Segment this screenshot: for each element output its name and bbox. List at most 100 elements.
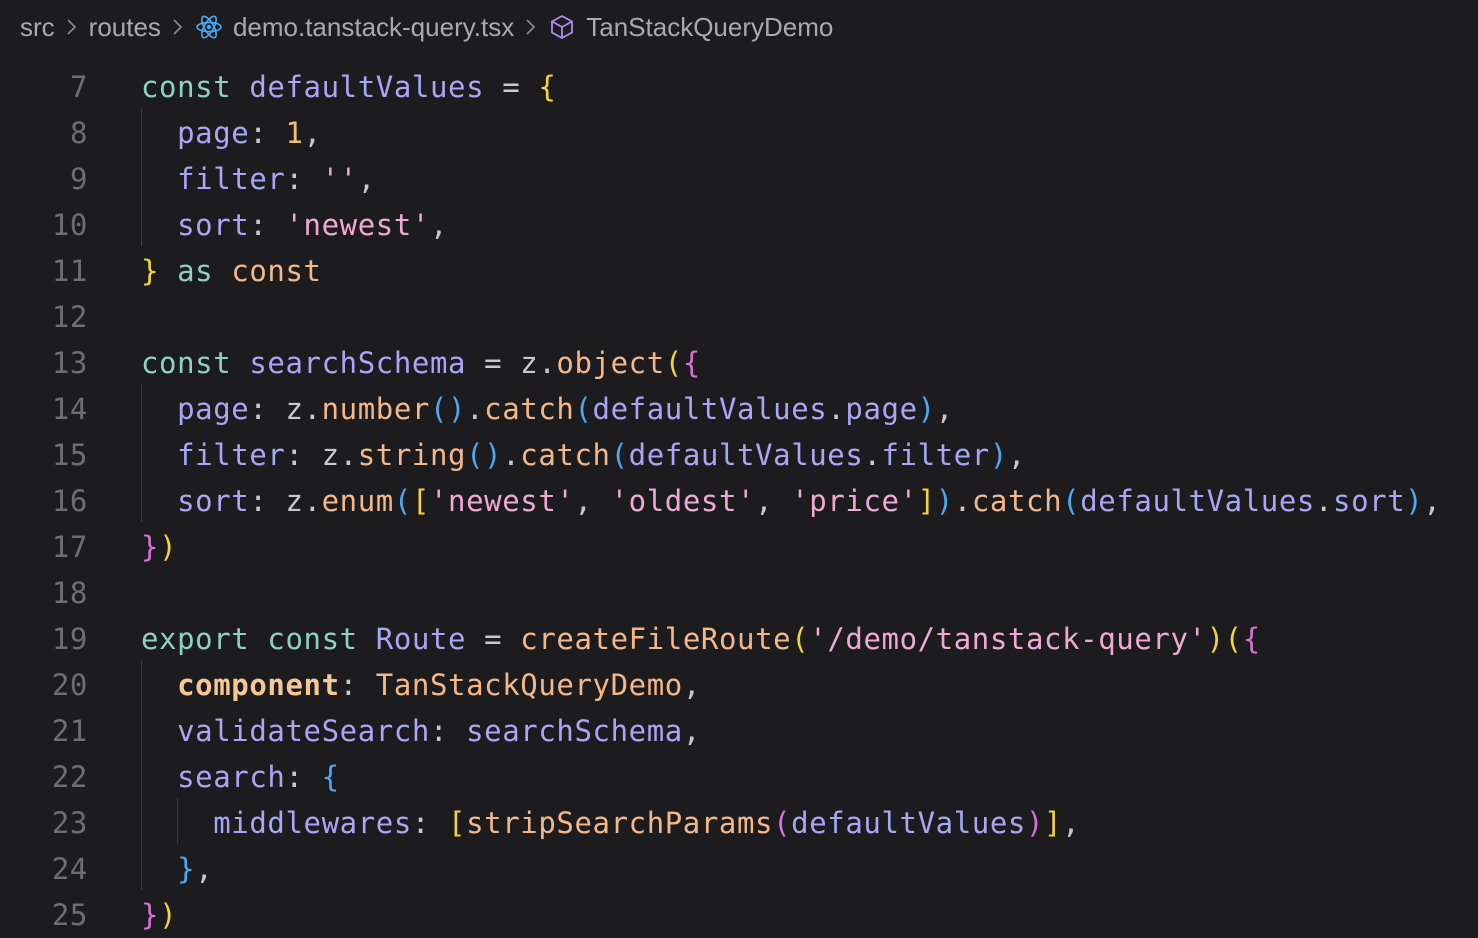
breadcrumb-item-routes[interactable]: routes: [89, 12, 161, 43]
token: {: [321, 760, 340, 794]
token: ,: [935, 392, 954, 426]
token: '/demo/tanstack-query': [809, 622, 1207, 656]
token: catch: [520, 438, 611, 472]
line-number: 21: [51, 714, 88, 748]
token: export: [141, 622, 250, 656]
token: :: [339, 668, 358, 702]
token: }: [141, 898, 160, 932]
token: =: [484, 622, 503, 656]
token: .: [953, 484, 972, 518]
line-number: 18: [51, 576, 88, 610]
line-content: page: z.number().catch(defaultValues.pag…: [141, 392, 954, 426]
token: }: [141, 254, 160, 288]
token: (: [1062, 484, 1081, 518]
chevron-right-icon: [65, 16, 79, 38]
token: =: [502, 70, 521, 104]
code-editor[interactable]: 7 const defaultValues = { 8 page: 1, 9 f…: [0, 62, 1478, 938]
token: ): [1206, 622, 1225, 656]
code-line: 9 filter: '',: [0, 156, 1478, 202]
token: enum: [321, 484, 394, 518]
token: :: [285, 760, 304, 794]
token: object: [556, 346, 665, 380]
token: ]: [1044, 806, 1063, 840]
token: const: [141, 346, 232, 380]
token: catch: [971, 484, 1063, 518]
code-line: 19 export const Route = createFileRoute(…: [0, 616, 1478, 662]
token: z: [520, 346, 539, 380]
line-content: },: [141, 852, 213, 886]
line-content: }): [141, 530, 177, 564]
token: ,: [755, 484, 774, 518]
code-line: 10 sort: 'newest',: [0, 202, 1478, 248]
line-number: 22: [51, 760, 88, 794]
code-line: 25 }): [0, 892, 1478, 938]
token: createFileRoute: [520, 622, 792, 656]
breadcrumb-item-src[interactable]: src: [20, 12, 55, 43]
token: page: [177, 116, 250, 150]
token: ): [484, 438, 503, 472]
token: middlewares: [213, 806, 412, 840]
token: ,: [195, 852, 214, 886]
token: z: [321, 438, 340, 472]
code-line: 20 component: TanStackQueryDemo,: [0, 662, 1478, 708]
token: const: [231, 254, 322, 288]
code-line: 23 middlewares: [stripSearchParams(defau…: [0, 800, 1478, 846]
token: '': [321, 162, 358, 196]
token: .: [466, 392, 485, 426]
chevron-right-icon: [524, 16, 538, 38]
token: filter: [177, 438, 286, 472]
token: ,: [574, 484, 593, 518]
token: string: [357, 438, 467, 472]
token: (: [393, 484, 412, 518]
token: ,: [1423, 484, 1442, 518]
line-content: component: TanStackQueryDemo,: [141, 668, 701, 702]
react-icon: [195, 13, 223, 41]
token: defaultValues: [628, 438, 864, 472]
token: as: [177, 254, 214, 288]
token: sort: [1333, 484, 1406, 518]
token: searchSchema: [466, 714, 683, 748]
token: search: [177, 760, 286, 794]
code-line: 15 filter: z.string().catch(defaultValue…: [0, 432, 1478, 478]
token: :: [249, 484, 268, 518]
token: TanStackQueryDemo: [375, 668, 683, 702]
line-number: 10: [51, 208, 88, 242]
line-number: 19: [51, 622, 88, 656]
token: const: [141, 70, 232, 104]
code-line: 7 const defaultValues = {: [0, 64, 1478, 110]
token: 'newest': [430, 484, 575, 518]
token: ): [1405, 484, 1424, 518]
token: page: [845, 392, 918, 426]
token: .: [827, 392, 846, 426]
line-content: filter: '',: [141, 162, 376, 196]
line-content: const defaultValues = {: [141, 70, 556, 104]
token: ,: [682, 668, 701, 702]
code-line: 14 page: z.number().catch(defaultValues.…: [0, 386, 1478, 432]
token: ,: [682, 714, 701, 748]
code-line: 12: [0, 294, 1478, 340]
token: (: [773, 806, 792, 840]
token: .: [339, 438, 358, 472]
line-content: export const Route = createFileRoute('/d…: [141, 622, 1261, 656]
token: filter: [881, 438, 990, 472]
line-content: sort: 'newest',: [141, 208, 448, 242]
token: defaultValues: [791, 806, 1026, 840]
code-line: 11 } as const: [0, 248, 1478, 294]
token: :: [249, 116, 268, 150]
token: .: [863, 438, 882, 472]
symbol-cube-icon: [548, 13, 576, 41]
code-line: 8 page: 1,: [0, 110, 1478, 156]
token: ,: [357, 162, 376, 196]
token: sort: [177, 208, 250, 242]
token: :: [285, 438, 304, 472]
token: =: [484, 346, 503, 380]
token: ,: [1007, 438, 1026, 472]
breadcrumb-item-file[interactable]: demo.tanstack-query.tsx: [233, 12, 514, 43]
token: defaultValues: [592, 392, 828, 426]
token: .: [303, 392, 322, 426]
token: :: [411, 806, 430, 840]
token: ,: [1062, 806, 1081, 840]
token: ,: [303, 116, 322, 150]
breadcrumb-item-symbol[interactable]: TanStackQueryDemo: [586, 12, 833, 43]
chevron-right-icon: [171, 16, 185, 38]
